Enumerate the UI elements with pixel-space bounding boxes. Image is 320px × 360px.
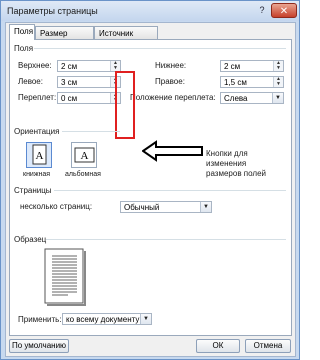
divider	[54, 190, 286, 191]
top-margin-spinner[interactable]: 2 см ▲ ▼	[57, 60, 121, 72]
multiple-pages-select[interactable]: Обычный ▼	[120, 201, 212, 213]
tab-margins[interactable]: Поля	[9, 24, 35, 40]
gutter-position-value: Слева	[224, 94, 248, 103]
apply-to-label: Применить:	[18, 315, 62, 324]
chevron-down-icon[interactable]: ▼	[272, 93, 283, 103]
bottom-margin-spinner[interactable]: 2 см ▲ ▼	[220, 60, 284, 72]
help-button[interactable]: ?	[253, 4, 271, 17]
chevron-down-icon[interactable]: ▼	[140, 314, 151, 324]
apply-to-value: ко всему документу	[66, 315, 140, 324]
tab-panel: Поля Верхнее: 2 см ▲ ▼ Нижнее: 2 см ▲ ▼ …	[9, 39, 292, 336]
left-margin-value: 3 см	[61, 78, 78, 87]
close-button[interactable]: ✕	[271, 3, 297, 18]
right-margin-label: Правое:	[155, 77, 185, 86]
bottom-margin-value: 2 см	[224, 62, 241, 71]
dialog-body: Поля Размер бумаги Источник бумаги Поля …	[5, 22, 296, 357]
window-title: Параметры страницы	[7, 6, 98, 16]
divider	[34, 48, 286, 49]
section-title-sample: Образец	[14, 235, 47, 244]
spin-down-icon[interactable]: ▼	[273, 82, 283, 87]
gutter-position-label: Положение переплета:	[130, 93, 216, 102]
landscape-option[interactable]: A	[71, 142, 97, 168]
cancel-button[interactable]: Отмена	[245, 339, 291, 353]
apply-to-select[interactable]: ко всему документу ▼	[62, 313, 152, 325]
divider	[62, 131, 120, 132]
svg-text:A: A	[81, 150, 89, 162]
svg-text:A: A	[36, 150, 44, 162]
landscape-label: альбомная	[65, 171, 101, 178]
set-default-button[interactable]: По умолчанию	[9, 339, 69, 353]
spinner-highlight-box	[115, 71, 135, 139]
annotation-line: размеров полей	[206, 169, 266, 178]
annotation-line: Кнопки для	[206, 149, 248, 158]
gutter-label: Переплет:	[18, 93, 57, 102]
section-title-margins: Поля	[14, 44, 34, 53]
multiple-pages-value: Обычный	[124, 203, 160, 212]
section-title-orientation: Ориентация	[14, 127, 60, 136]
gutter-position-select[interactable]: Слева ▼	[220, 92, 284, 104]
tab-paper-size[interactable]: Размер бумаги	[35, 26, 94, 51]
left-arrow-icon	[142, 140, 203, 162]
left-margin-spinner[interactable]: 3 см ▲ ▼	[57, 76, 121, 88]
divider	[46, 239, 286, 240]
annotation-line: изменения	[206, 159, 247, 168]
title-bar: Параметры страницы ? ✕	[1, 1, 299, 21]
gutter-value: 0 см	[61, 94, 78, 103]
top-margin-value: 2 см	[61, 62, 78, 71]
tab-paper-source[interactable]: Источник бумаги	[94, 26, 158, 51]
annotation-callout: Кнопки для изменения размеров полей	[206, 149, 286, 179]
page-setup-dialog: Параметры страницы ? ✕ Поля Размер бумаг…	[0, 0, 300, 360]
right-margin-spinner[interactable]: 1,5 см ▲ ▼	[220, 76, 284, 88]
bottom-margin-label: Нижнее:	[155, 61, 187, 70]
right-margin-value: 1,5 см	[224, 78, 247, 87]
left-margin-label: Левое:	[18, 77, 43, 86]
gutter-spinner[interactable]: 0 см ▲ ▼	[57, 92, 121, 104]
landscape-page-icon: A	[74, 147, 95, 163]
chevron-down-icon[interactable]: ▼	[200, 202, 211, 212]
top-margin-label: Верхнее:	[18, 61, 52, 70]
portrait-option[interactable]: A	[26, 142, 52, 168]
portrait-page-icon: A	[32, 144, 47, 165]
spin-down-icon[interactable]: ▼	[273, 66, 283, 71]
multiple-pages-label: несколько страниц:	[20, 202, 93, 211]
section-title-pages: Страницы	[14, 186, 52, 195]
portrait-label: книжная	[23, 171, 51, 178]
ok-button[interactable]: ОК	[196, 339, 240, 353]
page-preview	[44, 248, 86, 306]
